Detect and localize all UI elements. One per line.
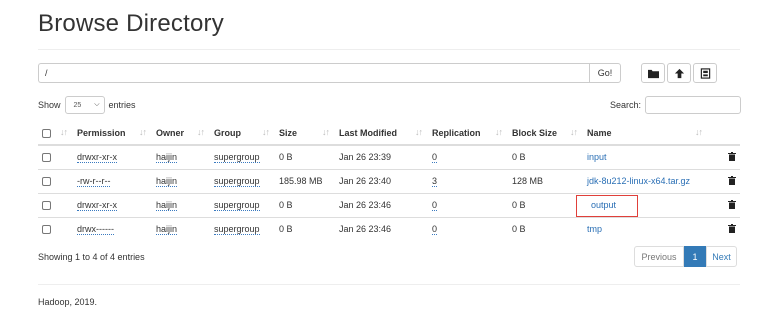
page-title: Browse Directory [38,10,224,37]
trash-icon[interactable] [728,151,736,161]
column-header-name[interactable]: Name ↓↑ [583,121,708,146]
permission-cell[interactable]: -rw-r--r-- [77,176,111,187]
modified-cell: Jan 26 23:40 [335,168,428,193]
table-row: -rw-r--r-- haijin supergroup 185.98 MB J… [38,168,740,193]
sort-icon: ↓↑ [139,127,147,137]
path-bar: Go! [38,63,621,83]
folder-icon [647,69,659,78]
row-checkbox[interactable] [42,153,51,163]
size-cell: 185.98 MB [275,168,335,193]
sort-icon: ↓↑ [695,127,703,137]
search-input[interactable] [645,96,741,114]
previous-page-button[interactable]: Previous [634,246,684,267]
column-header-group[interactable]: Group ↓↑ [210,121,275,146]
go-button[interactable]: Go! [589,63,621,83]
permission-cell[interactable]: drwx------ [77,224,114,236]
trash-icon[interactable] [728,175,736,185]
sort-icon: ↓↑ [60,127,68,137]
replication-cell[interactable]: 0 [432,200,438,211]
upload-icon [674,68,684,78]
highlight-annotation-box [576,195,638,217]
column-header-block-size[interactable]: Block Size ↓↑ [508,121,583,146]
entries-select-value: 25 [73,101,82,109]
show-label: Show [38,100,61,110]
cut-paste-button[interactable] [693,63,717,83]
block-size-cell: 0 B [508,216,583,241]
table-row: drwxr-xr-x haijin supergroup 0 B Jan 26 … [38,145,740,169]
footer-text: Hadoop, 2019. [38,297,98,307]
table-header-row: ↓↑ Permission ↓↑ Owner ↓↑ Group ↓↑ Size ↓↑ L… [38,121,740,146]
footer-divider [38,284,740,285]
file-name-link[interactable]: input [587,152,607,162]
trash-icon[interactable] [728,223,736,233]
permission-cell[interactable]: drwxr-xr-x [77,152,117,164]
block-size-cell: 0 B [508,192,583,217]
sort-icon: ↓↑ [415,127,423,137]
sort-icon: ↓↑ [570,127,578,137]
next-page-button[interactable]: Next [706,246,737,267]
title-divider [38,49,740,50]
permission-cell[interactable]: drwxr-xr-x [77,200,117,211]
column-header-actions [708,121,740,146]
select-all-header[interactable]: ↓↑ [38,121,73,146]
file-table: ↓↑ Permission ↓↑ Owner ↓↑ Group ↓↑ Size ↓↑ L… [38,121,740,241]
row-checkbox[interactable] [42,201,51,211]
page-1-button[interactable]: 1 [684,246,706,267]
size-cell: 0 B [279,152,293,163]
modified-cell: Jan 26 23:39 [339,152,392,163]
sort-icon: ↓↑ [495,127,503,137]
page-length-control: Show 25 ⌵ entries [38,96,136,114]
entries-label: entries [108,100,136,110]
group-cell[interactable]: supergroup [214,176,260,187]
create-directory-button[interactable] [641,63,665,83]
column-header-owner[interactable]: Owner ↓↑ [152,121,210,146]
sort-icon: ↓↑ [322,127,330,137]
modified-cell: Jan 26 23:46 [335,192,428,217]
group-cell[interactable]: supergroup [214,200,260,211]
size-cell: 0 B [275,192,335,217]
file-name-link[interactable]: jdk-8u212-linux-x64.tar.gz [587,176,690,186]
sort-icon: ↓↑ [197,127,205,137]
block-size-cell: 0 B [512,152,526,163]
search-control: Search: [610,96,741,114]
column-header-size[interactable]: Size ↓↑ [275,121,335,146]
pagination: Previous 1 Next [634,246,737,267]
row-checkbox[interactable] [42,225,51,235]
row-checkbox[interactable] [42,177,51,187]
table-row: drwx------ haijin supergroup 0 B Jan 26 … [38,216,740,241]
replication-cell[interactable]: 0 [432,152,438,164]
sort-icon: ↓↑ [262,127,270,137]
entries-select[interactable]: 25 ⌵ [64,96,105,114]
path-input[interactable] [38,63,589,83]
owner-cell[interactable]: haijin [156,152,178,164]
replication-cell[interactable]: 3 [432,176,438,187]
group-cell[interactable]: supergroup [214,152,260,164]
table-info: Showing 1 to 4 of 4 entries [38,252,145,262]
column-header-replication[interactable]: Replication ↓↑ [428,121,508,146]
modified-cell: Jan 26 23:46 [335,216,428,241]
cut-icon [700,67,710,79]
column-header-permission[interactable]: Permission ↓↑ [73,121,152,146]
owner-cell[interactable]: haijin [156,224,178,236]
owner-cell[interactable]: haijin [156,200,178,211]
file-name-link[interactable]: tmp [587,224,602,234]
block-size-cell: 128 MB [508,168,583,193]
chevron-down-icon: ⌵ [94,101,100,108]
search-label: Search: [609,100,641,110]
select-all-checkbox[interactable] [42,128,51,138]
column-header-last-modified[interactable]: Last Modified ↓↑ [335,121,428,146]
trash-icon[interactable] [728,199,736,209]
group-cell[interactable]: supergroup [214,224,260,236]
replication-cell[interactable]: 0 [432,224,438,236]
upload-button[interactable] [667,63,691,83]
owner-cell[interactable]: haijin [156,176,178,187]
size-cell: 0 B [275,216,335,241]
